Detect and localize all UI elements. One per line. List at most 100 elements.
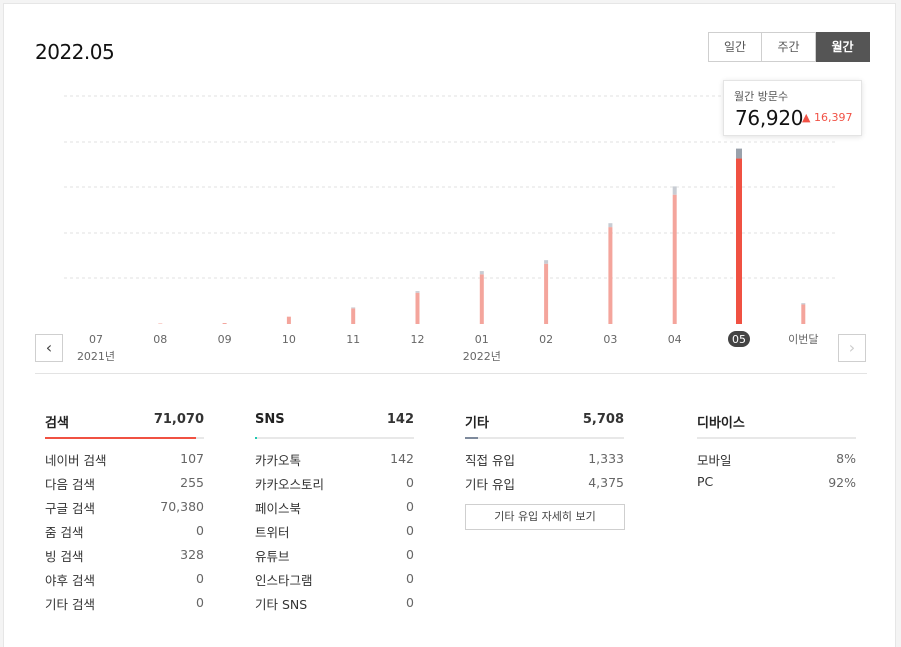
other-progress-bar [465, 437, 478, 439]
x-tick-label: 07 [89, 333, 103, 346]
row-label: 카카오톡 [255, 453, 302, 468]
chart-bar [608, 227, 613, 324]
search-total: 71,070 [153, 412, 204, 427]
chart-next-button[interactable]: › [838, 334, 866, 362]
row-value: 0 [196, 523, 204, 538]
other-breakdown: 기타 5,708 직접 유입 1,333 기타 유입 4,375 [465, 408, 624, 498]
chart-bar-segment [351, 307, 356, 309]
row-value: 142 [390, 451, 414, 466]
row-value: 255 [180, 475, 204, 490]
row-label: 다음 검색 [45, 477, 95, 492]
list-item: 페이스북 0 [255, 498, 414, 522]
list-item: 다음 검색 255 [45, 474, 204, 498]
chart-bar-segment [415, 291, 420, 293]
chart-bar-segment [672, 186, 677, 195]
chart-bar-segment [736, 148, 742, 159]
row-label: 페이스북 [255, 501, 302, 516]
row-value: 0 [196, 595, 204, 610]
list-item: 기타 검색 0 [45, 594, 204, 618]
row-value: 1,333 [588, 451, 624, 466]
device-header: 디바이스 [697, 408, 856, 439]
tooltip-delta: ▲ 16,397 [802, 111, 853, 124]
row-value: 0 [406, 499, 414, 514]
x-tick-label: 05 [732, 333, 746, 346]
chart-prev-button[interactable]: ‹ [35, 334, 63, 362]
row-label: 기타 검색 [45, 597, 95, 612]
x-tick-label: 02 [539, 333, 553, 346]
chart-bar [544, 263, 549, 324]
search-breakdown: 검색 71,070 네이버 검색 107 다음 검색 255 구글 검색 70,380… [45, 408, 204, 618]
section-divider [35, 373, 867, 374]
row-label: 카카오스토리 [255, 477, 325, 492]
tooltip-value: 76,920 [735, 106, 804, 130]
chart-bar [736, 158, 742, 324]
x-tick-label: 03 [603, 333, 617, 346]
other-rows: 직접 유입 1,333 기타 유입 4,375 [465, 439, 624, 498]
search-progress-bar [45, 437, 196, 439]
row-label: 유튜브 [255, 549, 290, 564]
x-tick-label: 이번달 [788, 333, 818, 346]
x-tick-label: 11 [346, 333, 360, 346]
row-label: 모바일 [697, 453, 732, 468]
tooltip-label: 월간 방문수 [734, 90, 789, 103]
list-item: 카카오스토리 0 [255, 474, 414, 498]
sns-breakdown: SNS 142 카카오톡 142 카카오스토리 0 페이스북 0 트위터 0 유튜브 0 … [255, 408, 414, 618]
stats-card: 2022.05 일간 주간 월간 07 08 09 10 11 12 01 02 03 04 05 이… [3, 3, 896, 647]
sns-rows: 카카오톡 142 카카오스토리 0 페이스북 0 트위터 0 유튜브 0 인스타그램 0 기… [255, 439, 414, 618]
chart-bar [286, 316, 291, 324]
other-title: 기타 [465, 416, 489, 431]
row-value: 0 [406, 595, 414, 610]
chart-tooltip: 월간 방문수 76,920 ▲ 16,397 [723, 80, 862, 136]
search-title: 검색 [45, 416, 69, 431]
row-value: 8% [836, 451, 856, 466]
search-header: 검색 71,070 [45, 408, 204, 439]
list-item: 인스타그램 0 [255, 570, 414, 594]
list-item: 기타 유입 4,375 [465, 474, 624, 498]
x-tick-label: 10 [282, 333, 296, 346]
other-detail-button[interactable]: 기타 유입 자세히 보기 [465, 504, 625, 530]
chart-bar [222, 323, 227, 324]
year-label: 2021년 [77, 350, 115, 363]
list-item: 유튜브 0 [255, 546, 414, 570]
row-label: 구글 검색 [45, 501, 95, 516]
chart-bar [672, 194, 677, 324]
list-item: 네이버 검색 107 [45, 450, 204, 474]
chart-bar-segment [608, 223, 613, 228]
year-label: 2022년 [463, 350, 501, 363]
row-label: 야후 검색 [45, 573, 95, 588]
x-tick-label: 04 [668, 333, 682, 346]
row-label: PC [697, 474, 714, 489]
row-label: 줌 검색 [45, 525, 84, 540]
x-tick-label: 09 [218, 333, 232, 346]
other-header: 기타 5,708 [465, 408, 624, 439]
row-label: 네이버 검색 [45, 453, 107, 468]
sns-progress-bar [255, 437, 257, 439]
row-label: 기타 SNS [255, 597, 308, 612]
sns-total: 142 [386, 412, 414, 427]
x-tick-label: 12 [411, 333, 425, 346]
sns-title: SNS [255, 412, 285, 427]
row-value: 328 [180, 547, 204, 562]
device-title: 디바이스 [697, 416, 745, 431]
list-item: PC 92% [697, 474, 856, 498]
list-item: 야후 검색 0 [45, 570, 204, 594]
row-value: 0 [406, 547, 414, 562]
chart-bar [415, 292, 420, 324]
list-item: 트위터 0 [255, 522, 414, 546]
row-label: 기타 유입 [465, 477, 515, 492]
sns-header: SNS 142 [255, 408, 414, 439]
chart-bar-segment [479, 271, 484, 275]
row-value: 0 [406, 523, 414, 538]
chart-bar [351, 308, 356, 324]
row-label: 인스타그램 [255, 573, 313, 588]
search-rows: 네이버 검색 107 다음 검색 255 구글 검색 70,380 줌 검색 0 빙 검… [45, 439, 204, 618]
visits-chart: 07 08 09 10 11 12 01 02 03 04 05 이번달 2021년 2022년 [64, 95, 836, 363]
list-item: 줌 검색 0 [45, 522, 204, 546]
device-rows: 모바일 8% PC 92% [697, 439, 856, 498]
row-label: 빙 검색 [45, 549, 84, 564]
chart-bar-segment [544, 260, 549, 264]
x-tick-label: 08 [153, 333, 167, 346]
row-value: 70,380 [160, 499, 204, 514]
list-item: 빙 검색 328 [45, 546, 204, 570]
row-value: 4,375 [588, 475, 624, 490]
